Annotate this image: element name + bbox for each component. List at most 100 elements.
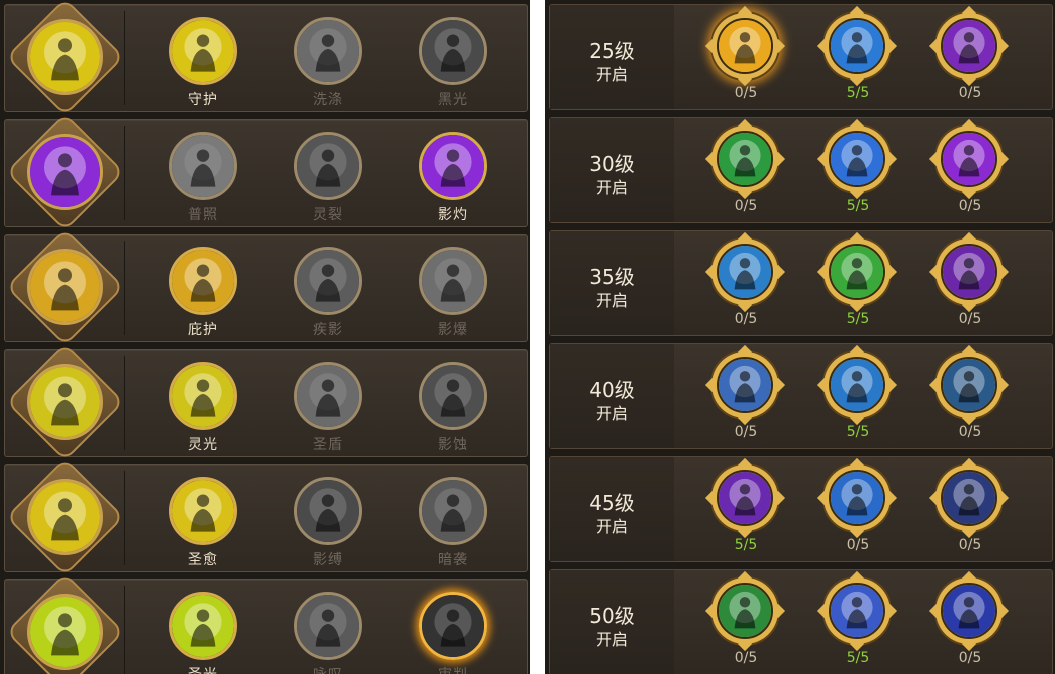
unlock-level: 30级开启: [550, 118, 674, 222]
talent-slot[interactable]: 0/5: [928, 570, 1010, 672]
golden-angel-icon: [829, 583, 885, 639]
crowd-icon: [294, 592, 362, 660]
skill-name: 审判: [405, 664, 501, 674]
skill-slot[interactable]: 暗袭: [405, 473, 501, 569]
glowing-palm-icon[interactable]: [27, 364, 103, 440]
frame-spike: [737, 636, 753, 652]
skill-slot[interactable]: 影缚: [280, 473, 376, 569]
skill-name: 影爆: [438, 322, 468, 338]
skill-name: 影灼: [438, 207, 468, 223]
talent-slot[interactable]: 5/5: [816, 5, 898, 107]
talent-slot[interactable]: 5/5: [816, 231, 898, 333]
comet-icon: [419, 477, 487, 545]
talent-slot[interactable]: 0/5: [704, 344, 786, 446]
frame-spike: [770, 490, 786, 506]
skill-row: 灵光 圣盾 影蚀: [4, 342, 528, 462]
hooded-mage-icon: [941, 244, 997, 300]
shadow-figure-icon[interactable]: [27, 134, 103, 210]
talent-row: 50级 开启 0/5 5/5 0/5: [549, 569, 1053, 674]
skill-slot[interactable]: 圣光: [155, 588, 251, 674]
talent-slot[interactable]: 0/5: [928, 118, 1010, 220]
talent-frame: [704, 570, 786, 652]
talent-points: 0/5: [958, 311, 982, 327]
row-divider: [124, 126, 125, 220]
skill-slot[interactable]: 灵光: [155, 358, 251, 454]
skill-name: 庇护: [188, 322, 218, 338]
talent-slot[interactable]: 0/5: [704, 118, 786, 220]
hand-holding-light-icon[interactable]: [27, 19, 103, 95]
talent-frame: [928, 457, 1010, 539]
unlock-label: 开启: [595, 404, 628, 423]
skill-slot[interactable]: 普照: [155, 128, 251, 224]
skill-slot[interactable]: 影爆: [405, 243, 501, 339]
skill-name: 灵光: [188, 437, 218, 453]
talent-slot[interactable]: 0/5: [928, 344, 1010, 446]
light-pillar-icon: [419, 247, 487, 315]
skill-slot[interactable]: 影灼: [405, 128, 501, 224]
frame-spike: [737, 297, 753, 313]
talent-slot[interactable]: 5/5: [704, 457, 786, 559]
skill-slot[interactable]: 疾影: [280, 243, 376, 339]
frame-spike: [737, 410, 753, 426]
talent-frame: [928, 118, 1010, 200]
talent-points: 0/5: [846, 537, 870, 553]
skill-slot[interactable]: 圣盾: [280, 358, 376, 454]
level-label: 45级: [589, 491, 635, 515]
frame-spike: [770, 38, 786, 54]
blue-warrior-icon: [829, 18, 885, 74]
talent-slot[interactable]: 0/5: [928, 5, 1010, 107]
skill-name: 暗袭: [438, 552, 468, 568]
level-label: 30级: [589, 152, 635, 176]
sunburst-hand-icon[interactable]: [27, 479, 103, 555]
skill-name: 圣光: [155, 664, 251, 674]
skill-slot[interactable]: 洗涤: [280, 13, 376, 109]
row-divider: [124, 241, 125, 335]
talent-points: 0/5: [958, 85, 982, 101]
holy-shield-icon: [294, 362, 362, 430]
talent-slot[interactable]: 0/5: [928, 457, 1010, 559]
frame-spike: [849, 410, 865, 426]
holy-light-figure-icon[interactable]: [27, 594, 103, 670]
talent-slot[interactable]: 5/5: [816, 570, 898, 672]
talent-slot[interactable]: 0/5: [928, 231, 1010, 333]
purple-wave-icon: [941, 131, 997, 187]
golden-cross-icon: [717, 18, 773, 74]
shield-icon[interactable]: [27, 249, 103, 325]
skill-slot[interactable]: 圣愈: [155, 473, 251, 569]
frame-spike: [994, 38, 1010, 54]
unlock-label: 开启: [595, 178, 628, 197]
talent-points: 0/5: [734, 198, 758, 214]
frame-spike: [961, 184, 977, 200]
skill-row: 普照 灵裂 影灼: [4, 112, 528, 232]
frame-spike: [994, 603, 1010, 619]
talent-frame: [816, 118, 898, 200]
skill-slot[interactable]: 守护: [155, 13, 251, 109]
talent-slot[interactable]: 0/5: [704, 231, 786, 333]
skill-name: 影蚀: [438, 437, 468, 453]
spirit-figure-icon: [941, 357, 997, 413]
talent-points: 0/5: [958, 424, 982, 440]
talent-slot[interactable]: 0/5: [704, 5, 786, 107]
talent-slot[interactable]: 5/5: [816, 118, 898, 220]
skill-slot[interactable]: 庇护: [155, 243, 251, 339]
skill-name: 黑光: [438, 92, 468, 108]
skill-slot[interactable]: 审判: [405, 588, 501, 674]
shadow-strike-icon: [294, 477, 362, 545]
skill-slot[interactable]: 影蚀: [405, 358, 501, 454]
skill-slot[interactable]: 灵裂: [280, 128, 376, 224]
winged-crest-icon: [829, 357, 885, 413]
frame-spike: [737, 71, 753, 87]
level-label: 25级: [589, 39, 635, 63]
talent-slot[interactable]: 5/5: [816, 344, 898, 446]
talent-points: 5/5: [846, 85, 870, 101]
talent-points: 5/5: [734, 537, 758, 553]
talent-slot[interactable]: 0/5: [704, 570, 786, 672]
frame-spike: [882, 603, 898, 619]
skill-slot[interactable]: 咏叹: [280, 588, 376, 674]
frame-spike: [849, 523, 865, 539]
blue-vortex-icon: [941, 583, 997, 639]
skill-slot[interactable]: 黑光: [405, 13, 501, 109]
row-divider: [124, 11, 125, 105]
talent-row: 40级 开启 0/5 5/5 0/5: [549, 343, 1053, 449]
talent-slot[interactable]: 0/5: [816, 457, 898, 559]
